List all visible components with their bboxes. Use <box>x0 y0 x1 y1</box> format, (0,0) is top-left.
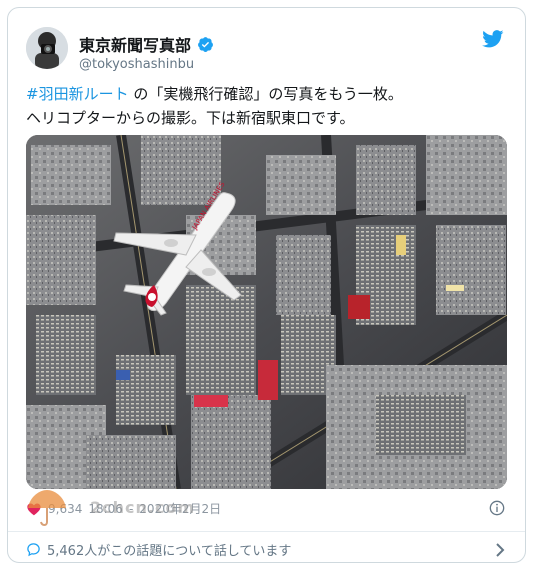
watermark-umbrella-icon <box>28 490 66 526</box>
watermark-text: 2chcn.com <box>90 498 196 517</box>
avatar[interactable] <box>26 27 68 69</box>
conversation-text[interactable]: 5,462人がこの話題について話しています <box>47 540 291 559</box>
twitter-bird-icon[interactable] <box>482 30 504 48</box>
comment-icon <box>27 543 40 557</box>
chevron-right-icon[interactable] <box>495 543 505 557</box>
tweet-text-line-2: ヘリコプターからの撮影。下は新宿駅東口です。 <box>26 109 355 127</box>
tweet-card[interactable]: 東京新聞写真部 @tokyoshashinbu #羽田新ルート の「実機飛行確認… <box>7 7 526 563</box>
tweet-text-line-1-rest: の「実機飛行確認」の写真をもう一枚。 <box>128 85 403 103</box>
account-name[interactable]: 東京新聞写真部 <box>79 32 191 56</box>
aerial-city-photo: JAPAN AIRLINES <box>26 135 507 489</box>
tweet-text: #羽田新ルート の「実機飛行確認」の写真をもう一枚。 ヘリコプターからの撮影。下… <box>26 82 506 130</box>
tweet-photo[interactable]: JAPAN AIRLINES <box>26 135 507 489</box>
watermark-logo <box>26 488 68 532</box>
account-name-row[interactable]: 東京新聞写真部 <box>79 32 214 56</box>
divider <box>8 531 525 532</box>
info-icon[interactable] <box>489 500 505 516</box>
hashtag-link[interactable]: #羽田新ルート <box>26 85 129 103</box>
conversation-link[interactable]: 5,462人がこの話題について話しています <box>26 540 291 559</box>
tweet-text-line-1: #羽田新ルート の「実機飛行確認」の写真をもう一枚。 <box>26 82 506 106</box>
verified-badge-icon <box>198 36 213 52</box>
avatar-photographer-image <box>26 27 68 69</box>
account-handle[interactable]: @tokyoshashinbu <box>79 57 194 72</box>
